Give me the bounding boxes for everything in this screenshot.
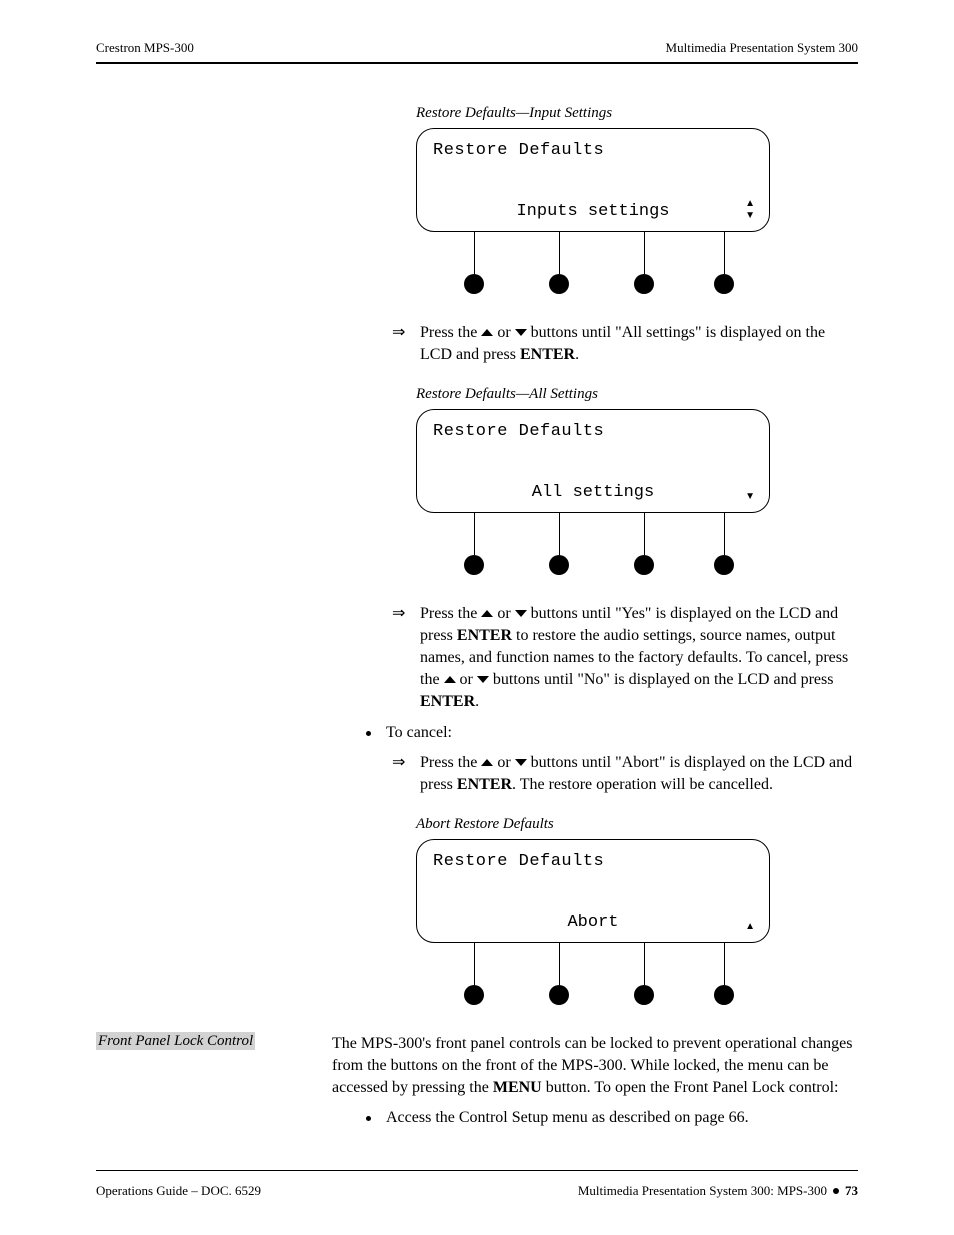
instruction-step: Press the or buttons until "Abort" is di… xyxy=(386,752,858,796)
arrow-down-icon: ▼ xyxy=(745,492,755,502)
instruction-step: Press the or buttons until "Yes" is disp… xyxy=(386,603,858,713)
lcd-scroll-arrows: ▼ xyxy=(745,492,755,502)
up-arrow-icon xyxy=(481,329,493,336)
header-right: Multimedia Presentation System 300 xyxy=(666,40,858,56)
header-left: Crestron MPS-300 xyxy=(96,40,194,56)
header-rule xyxy=(96,62,858,64)
lcd-button-row xyxy=(416,513,770,583)
key-name: MENU xyxy=(493,1079,542,1096)
lcd-button xyxy=(634,555,654,575)
lcd-group-2: Restore Defaults—All Settings Restore De… xyxy=(416,386,858,583)
lcd-value: Inputs settings xyxy=(516,202,669,221)
lcd-display: Restore Defaults Abort ▲ xyxy=(416,839,770,943)
lcd-button xyxy=(549,274,569,294)
text: . xyxy=(475,693,479,710)
text: To cancel: xyxy=(386,724,452,741)
lcd-group-1: Restore Defaults—Input Settings Restore … xyxy=(416,105,858,302)
lcd-line1: Restore Defaults xyxy=(433,422,753,441)
lcd-button xyxy=(464,985,484,1005)
key-name: ENTER xyxy=(457,627,512,644)
text: or xyxy=(493,605,514,622)
key-name: ENTER xyxy=(420,693,475,710)
key-name: ENTER xyxy=(457,776,512,793)
footer-right-label: Multimedia Presentation System 300: MPS-… xyxy=(578,1183,827,1199)
down-arrow-icon xyxy=(515,610,527,617)
arrow-down-icon: ▼ xyxy=(745,211,755,221)
section-heading: Front Panel Lock Control xyxy=(96,1033,296,1050)
up-arrow-icon xyxy=(481,610,493,617)
lcd-button xyxy=(549,555,569,575)
text: Access the Control Setup menu as describ… xyxy=(386,1109,749,1126)
dot-icon xyxy=(833,1188,839,1194)
page-number: 73 xyxy=(845,1183,858,1199)
lcd-value: All settings xyxy=(532,483,654,502)
lcd-scroll-arrows: ▲ ▼ xyxy=(745,199,755,221)
lcd-button-row xyxy=(416,943,770,1013)
lcd-button xyxy=(714,985,734,1005)
footer-rule xyxy=(96,1170,858,1171)
section-paragraph: The MPS-300's front panel controls can b… xyxy=(332,1033,858,1099)
text: or xyxy=(493,324,514,341)
lcd-scroll-arrows: ▲ xyxy=(745,922,755,932)
lcd-display: Restore Defaults Inputs settings ▲ ▼ xyxy=(416,128,770,232)
arrow-up-icon: ▲ xyxy=(745,199,755,209)
up-arrow-icon xyxy=(444,676,456,683)
lcd-group-3: Abort Restore Defaults Restore Defaults … xyxy=(416,816,858,1013)
text: or xyxy=(493,754,514,771)
up-arrow-icon xyxy=(481,759,493,766)
key-name: ENTER xyxy=(520,346,575,363)
lcd-button xyxy=(464,274,484,294)
down-arrow-icon xyxy=(515,759,527,766)
lcd-button xyxy=(464,555,484,575)
lcd-value: Abort xyxy=(567,913,618,932)
lcd-button xyxy=(714,274,734,294)
lcd-caption: Restore Defaults—All Settings xyxy=(416,386,858,403)
heading-text: Front Panel Lock Control xyxy=(96,1032,255,1050)
lcd-button xyxy=(634,274,654,294)
text: Press the xyxy=(420,324,481,341)
lcd-line1: Restore Defaults xyxy=(433,141,753,160)
text: . xyxy=(575,346,579,363)
arrow-up-icon: ▲ xyxy=(745,922,755,932)
bullet-item: To cancel: xyxy=(360,724,858,742)
lcd-caption: Abort Restore Defaults xyxy=(416,816,858,833)
down-arrow-icon xyxy=(477,676,489,683)
page-header: Crestron MPS-300 Multimedia Presentation… xyxy=(96,40,858,56)
lcd-line1: Restore Defaults xyxy=(433,852,753,871)
footer-left: Operations Guide – DOC. 6529 xyxy=(96,1183,261,1199)
lcd-button xyxy=(714,555,734,575)
text: or xyxy=(456,671,477,688)
bullet-item: Access the Control Setup menu as describ… xyxy=(360,1109,858,1127)
down-arrow-icon xyxy=(515,329,527,336)
text: Press the xyxy=(420,605,481,622)
lcd-caption: Restore Defaults—Input Settings xyxy=(416,105,858,122)
text: button. To open the Front Panel Lock con… xyxy=(542,1079,839,1096)
lcd-button xyxy=(634,985,654,1005)
page-footer: Operations Guide – DOC. 6529 Multimedia … xyxy=(96,1183,858,1199)
lcd-button-row xyxy=(416,232,770,302)
text: buttons until "No" is displayed on the L… xyxy=(489,671,834,688)
lcd-display: Restore Defaults All settings ▼ xyxy=(416,409,770,513)
text: . The restore operation will be cancelle… xyxy=(512,776,773,793)
instruction-step: Press the or buttons until "All settings… xyxy=(386,322,858,366)
text: Press the xyxy=(420,754,481,771)
lcd-button xyxy=(549,985,569,1005)
